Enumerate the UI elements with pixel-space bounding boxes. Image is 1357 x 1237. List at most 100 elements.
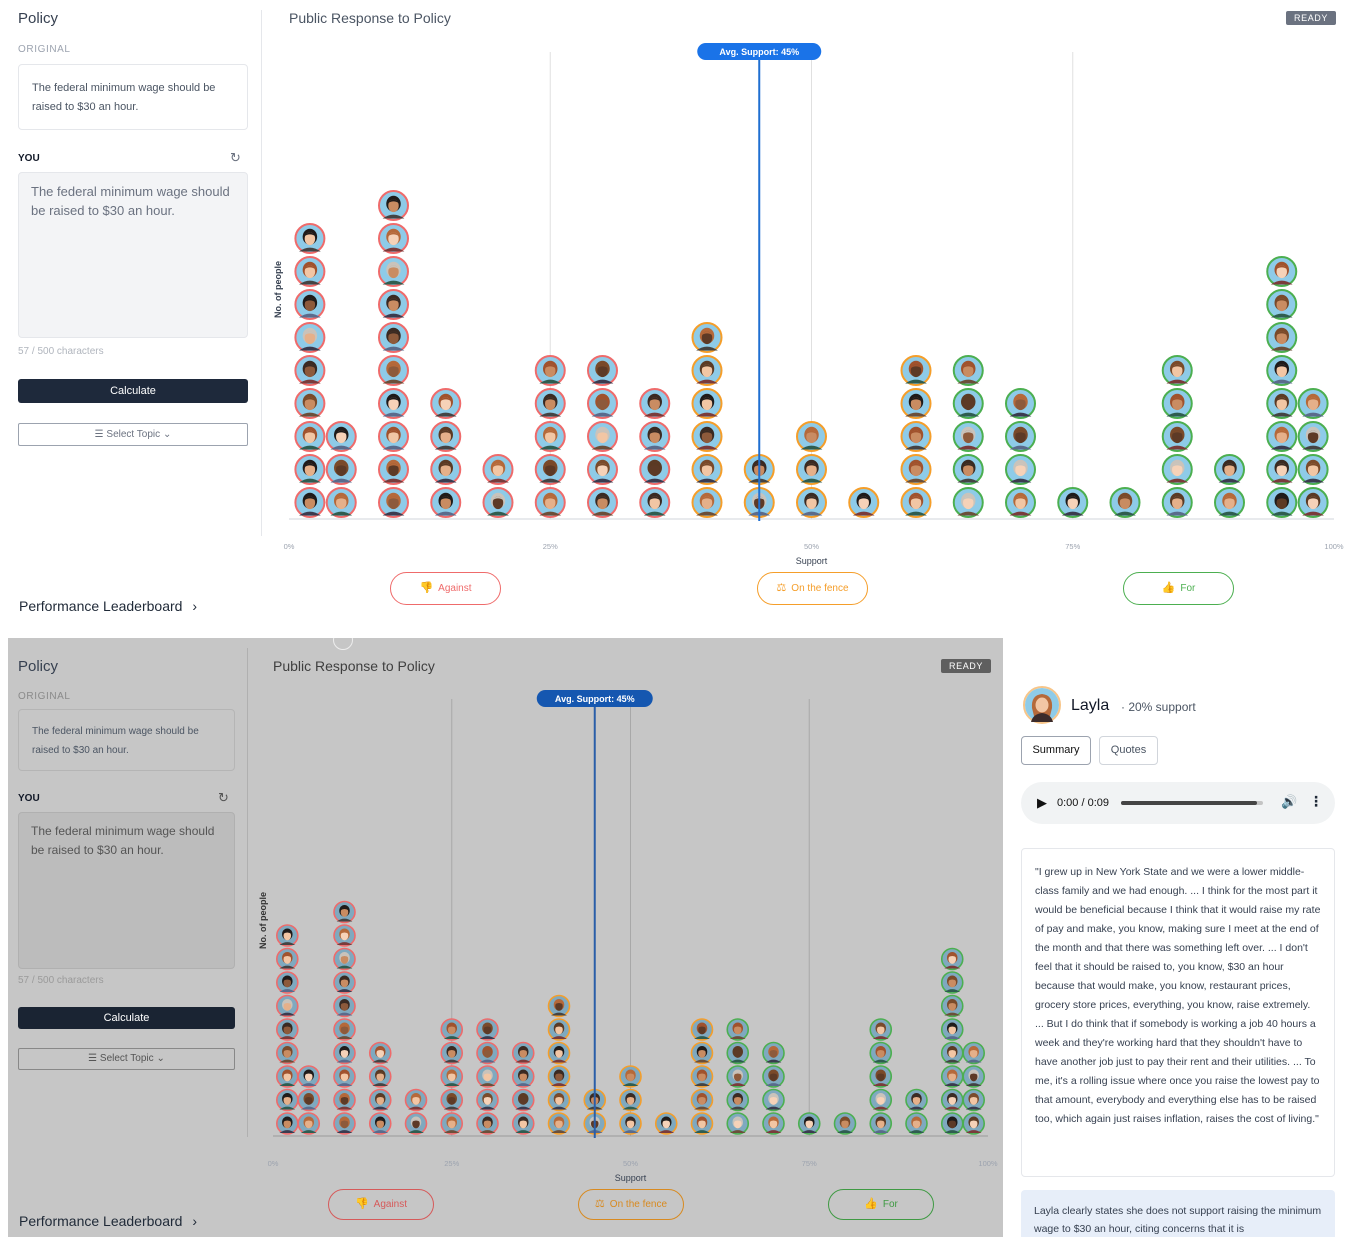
respondent-avatar[interactable] bbox=[378, 223, 409, 254]
respondent-avatar[interactable] bbox=[940, 1018, 964, 1041]
respondent-avatar[interactable] bbox=[869, 1041, 893, 1065]
respondent-avatar[interactable] bbox=[1214, 487, 1245, 518]
respondent-avatar[interactable] bbox=[952, 487, 984, 518]
respondent-avatar[interactable] bbox=[691, 487, 723, 518]
respondent-avatar[interactable] bbox=[1005, 487, 1036, 518]
respondent-avatar[interactable] bbox=[547, 994, 571, 1018]
respondent-avatar[interactable] bbox=[869, 1018, 893, 1041]
respondent-avatar[interactable] bbox=[294, 289, 326, 320]
respondent-avatar[interactable] bbox=[639, 454, 671, 485]
respondent-avatar[interactable] bbox=[275, 1065, 299, 1088]
respondent-avatar[interactable] bbox=[368, 1041, 392, 1065]
tab-quotes[interactable]: Quotes bbox=[1099, 736, 1158, 765]
respondent-avatar[interactable] bbox=[430, 388, 462, 419]
respondent-avatar[interactable] bbox=[294, 487, 326, 518]
against-filter-button[interactable]: 👎 Against bbox=[390, 572, 501, 605]
respondent-avatar[interactable] bbox=[940, 1088, 964, 1112]
respondent-avatar[interactable] bbox=[534, 454, 566, 485]
respondent-avatar[interactable] bbox=[900, 487, 932, 518]
respondent-avatar[interactable] bbox=[275, 924, 299, 947]
respondent-avatar[interactable] bbox=[294, 223, 326, 254]
respondent-avatar[interactable] bbox=[691, 388, 723, 419]
respondent-avatar[interactable] bbox=[619, 1088, 642, 1112]
respondent-avatar[interactable] bbox=[905, 1112, 928, 1135]
respondent-avatar[interactable] bbox=[900, 421, 932, 452]
respondent-avatar[interactable] bbox=[333, 1112, 356, 1135]
respondent-avatar[interactable] bbox=[368, 1088, 392, 1112]
respondent-avatar[interactable] bbox=[534, 355, 566, 386]
respondent-avatar[interactable] bbox=[294, 388, 326, 419]
respondent-avatar[interactable] bbox=[404, 1112, 428, 1135]
respondent-avatar[interactable] bbox=[275, 1041, 299, 1065]
respondent-avatar[interactable] bbox=[691, 454, 723, 485]
respondent-avatar[interactable] bbox=[952, 421, 984, 452]
respondent-avatar[interactable] bbox=[333, 947, 356, 971]
respondent-avatar[interactable] bbox=[848, 487, 880, 518]
respondent-avatar[interactable] bbox=[796, 421, 827, 452]
respondent-avatar[interactable] bbox=[275, 971, 299, 994]
respondent-avatar[interactable] bbox=[547, 1041, 571, 1065]
respondent-avatar[interactable] bbox=[325, 454, 357, 485]
respondent-avatar[interactable] bbox=[1266, 487, 1298, 518]
respondent-avatar[interactable] bbox=[952, 388, 984, 419]
respondent-avatar[interactable] bbox=[690, 1018, 714, 1041]
respondent-avatar[interactable] bbox=[690, 1065, 714, 1088]
respondent-avatar[interactable] bbox=[440, 1112, 464, 1135]
respondent-avatar[interactable] bbox=[587, 487, 618, 518]
respondent-avatar[interactable] bbox=[333, 1041, 356, 1065]
respondent-avatar[interactable] bbox=[940, 1041, 964, 1065]
respondent-avatar[interactable] bbox=[275, 1112, 299, 1135]
respondent-avatar[interactable] bbox=[297, 1112, 321, 1135]
respondent-avatar[interactable] bbox=[1297, 421, 1329, 452]
respondent-avatar[interactable] bbox=[511, 1041, 535, 1065]
respondent-avatar[interactable] bbox=[333, 1088, 356, 1112]
respondent-avatar[interactable] bbox=[796, 487, 827, 518]
respondent-avatar[interactable] bbox=[325, 487, 357, 518]
respondent-avatar[interactable] bbox=[294, 454, 326, 485]
respondent-avatar[interactable] bbox=[440, 1041, 464, 1065]
respondent-avatar[interactable] bbox=[940, 947, 964, 971]
respondent-avatar[interactable] bbox=[440, 1065, 464, 1088]
fence-filter-button[interactable]: ⚖ On the fence bbox=[578, 1189, 684, 1220]
respondent-avatar[interactable] bbox=[476, 1112, 499, 1135]
respondent-avatar[interactable] bbox=[476, 1065, 499, 1088]
respondent-avatar[interactable] bbox=[378, 487, 409, 518]
respondent-avatar[interactable] bbox=[690, 1088, 714, 1112]
respondent-avatar[interactable] bbox=[547, 1112, 571, 1135]
play-icon[interactable]: ▶ bbox=[1037, 795, 1047, 811]
respondent-avatar[interactable] bbox=[762, 1112, 785, 1135]
respondent-avatar[interactable] bbox=[534, 487, 566, 518]
respondent-avatar[interactable] bbox=[333, 1018, 356, 1041]
respondent-avatar[interactable] bbox=[547, 1018, 571, 1041]
respondent-avatar[interactable] bbox=[1109, 487, 1141, 518]
respondent-avatar[interactable] bbox=[404, 1088, 428, 1112]
respondent-avatar[interactable] bbox=[1214, 454, 1245, 485]
respondent-avatar[interactable] bbox=[333, 1065, 356, 1088]
respondent-avatar[interactable] bbox=[726, 1018, 750, 1041]
respondent-avatar[interactable] bbox=[1161, 487, 1193, 518]
respondent-avatar[interactable] bbox=[430, 487, 462, 518]
respondent-avatar[interactable] bbox=[1266, 355, 1298, 386]
respondent-avatar[interactable] bbox=[619, 1112, 642, 1135]
respondent-avatar[interactable] bbox=[275, 1018, 299, 1041]
respondent-avatar[interactable] bbox=[1161, 454, 1193, 485]
respondent-avatar[interactable] bbox=[726, 1041, 750, 1065]
respondent-avatar[interactable] bbox=[275, 994, 299, 1018]
respondent-avatar[interactable] bbox=[762, 1041, 785, 1065]
against-filter-button[interactable]: 👎 Against bbox=[328, 1189, 434, 1220]
respondent-avatar[interactable] bbox=[1161, 355, 1193, 386]
respondent-avatar[interactable] bbox=[1297, 388, 1329, 419]
respondent-avatar[interactable] bbox=[430, 454, 462, 485]
respondent-avatar[interactable] bbox=[726, 1088, 750, 1112]
respondent-avatar[interactable] bbox=[690, 1112, 714, 1135]
respondent-avatar[interactable] bbox=[1266, 454, 1298, 485]
respondent-avatar[interactable] bbox=[476, 1018, 499, 1041]
respondent-avatar[interactable] bbox=[1297, 454, 1329, 485]
respondent-avatar[interactable] bbox=[368, 1112, 392, 1135]
respondent-avatar[interactable] bbox=[378, 355, 409, 386]
respondent-avatar[interactable] bbox=[333, 994, 356, 1018]
respondent-avatar[interactable] bbox=[1266, 388, 1298, 419]
respondent-avatar[interactable] bbox=[1266, 256, 1298, 287]
respondent-avatar[interactable] bbox=[690, 1041, 714, 1065]
respondent-avatar[interactable] bbox=[869, 1088, 893, 1112]
